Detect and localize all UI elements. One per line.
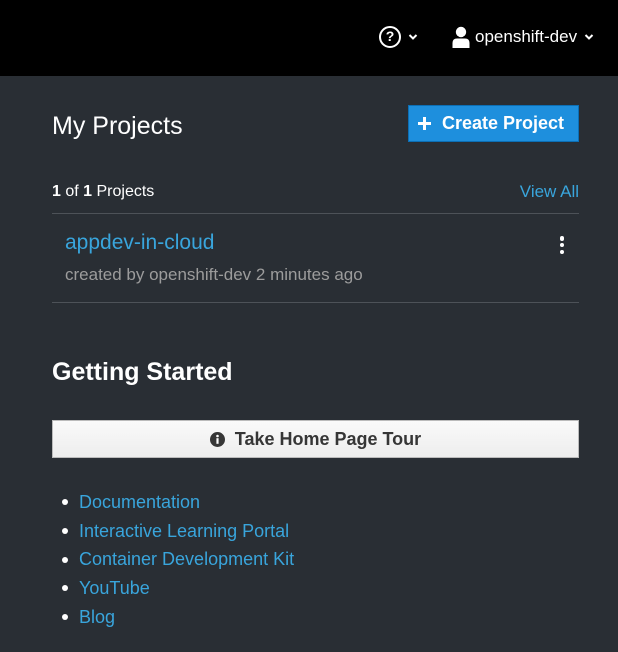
user-menu[interactable]: openshift-dev xyxy=(452,25,594,49)
bullet-icon xyxy=(62,556,68,563)
divider xyxy=(52,213,579,214)
plus-icon xyxy=(418,117,431,130)
project-count-total: 1 xyxy=(83,183,93,200)
take-tour-button[interactable]: Take Home Page Tour xyxy=(52,420,579,458)
bullet-icon xyxy=(62,614,68,621)
learning-portal-link[interactable]: Interactive Learning Portal xyxy=(79,521,289,542)
list-item: Blog xyxy=(62,603,294,632)
info-circle-icon xyxy=(209,431,225,447)
cdk-link[interactable]: Container Development Kit xyxy=(79,549,294,570)
help-menu[interactable]: ? xyxy=(379,25,418,49)
bullet-icon xyxy=(62,528,68,535)
chevron-down-icon xyxy=(584,34,594,40)
project-count: 1 of 1 Projects xyxy=(52,183,154,201)
take-tour-label: Take Home Page Tour xyxy=(234,428,422,449)
youtube-link[interactable]: YouTube xyxy=(79,578,150,599)
bullet-icon xyxy=(62,499,68,506)
getting-started-heading: Getting Started xyxy=(52,358,233,386)
top-navbar: ? openshift-dev xyxy=(0,0,618,76)
list-item: Documentation xyxy=(62,488,294,517)
my-projects-heading: My Projects xyxy=(52,112,183,140)
chevron-down-icon xyxy=(408,34,418,40)
project-count-of: of xyxy=(60,183,84,200)
list-item: Container Development Kit xyxy=(62,545,294,574)
question-circle-icon: ? xyxy=(379,26,401,48)
user-icon xyxy=(452,26,470,48)
blog-link[interactable]: Blog xyxy=(79,607,115,628)
create-project-button[interactable]: Create Project xyxy=(408,105,579,142)
list-item: Interactive Learning Portal xyxy=(62,517,294,546)
documentation-link[interactable]: Documentation xyxy=(79,492,200,513)
create-project-label: Create Project xyxy=(442,113,565,133)
divider xyxy=(52,302,579,303)
project-count-suffix: Projects xyxy=(92,183,155,200)
kebab-menu-icon[interactable] xyxy=(556,235,568,255)
view-all-link[interactable]: View All xyxy=(520,182,579,202)
project-count-current: 1 xyxy=(52,183,61,200)
getting-started-links: Documentation Interactive Learning Porta… xyxy=(62,488,294,631)
project-created-by: created by openshift-dev 2 minutes ago xyxy=(65,265,363,284)
list-item: YouTube xyxy=(62,574,294,603)
username-label: openshift-dev xyxy=(475,27,578,46)
bullet-icon xyxy=(62,585,68,592)
project-name-link[interactable]: appdev-in-cloud xyxy=(65,231,214,255)
